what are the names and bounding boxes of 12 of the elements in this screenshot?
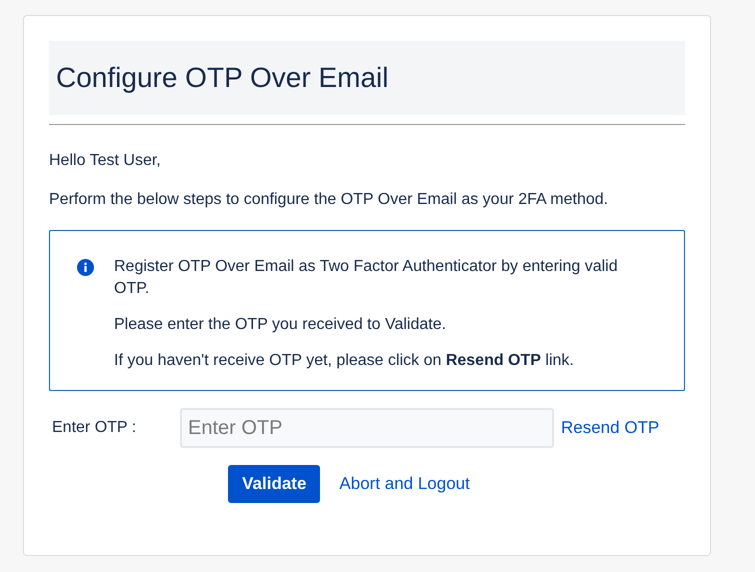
resend-otp-link[interactable]: Resend OTP bbox=[561, 418, 660, 438]
page-title: Configure OTP Over Email bbox=[56, 62, 388, 94]
intro-text: Perform the below steps to configure the OTP Over Email as your 2FA method. bbox=[49, 190, 610, 210]
info-text: Please enter the OTP you received to Validate. bbox=[114, 315, 448, 335]
info-text: If you haven't receive OTP yet, please click on Resend OTP link. bbox=[114, 351, 575, 371]
otp-input-field[interactable]: Enter OTP bbox=[180, 408, 554, 448]
greeting-text: Hello Test User, bbox=[49, 151, 162, 171]
validate-button[interactable]: Validate bbox=[228, 465, 320, 503]
info-text: Register OTP Over Email as Two Factor Authenticator by entering valid OTP. bbox=[114, 257, 619, 299]
otp-label: Enter OTP : bbox=[51, 419, 138, 437]
info-icon bbox=[77, 259, 94, 276]
abort-logout-link[interactable]: Abort and Logout bbox=[339, 474, 470, 494]
